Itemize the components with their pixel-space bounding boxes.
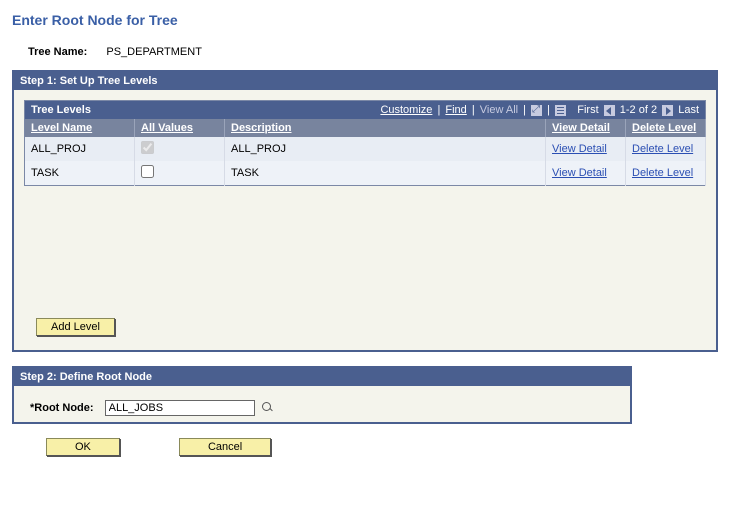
all-values-checkbox[interactable]	[141, 165, 154, 178]
table-row: TASK TASK View Detail Delete Level	[25, 161, 706, 186]
cancel-button[interactable]: Cancel	[179, 438, 271, 456]
all-values-checkbox	[141, 141, 154, 154]
cell-all-values	[135, 137, 225, 161]
ok-button[interactable]: OK	[46, 438, 120, 456]
col-level-name[interactable]: Level Name	[25, 119, 135, 137]
root-node-label: *Root Node:	[30, 402, 94, 414]
step1-section: Step 1: Set Up Tree Levels Tree Levels C…	[12, 70, 718, 352]
delete-level-link[interactable]: Delete Level	[632, 143, 693, 155]
view-detail-link[interactable]: View Detail	[552, 167, 607, 179]
cell-description: TASK	[225, 161, 546, 186]
next-page-icon[interactable]	[662, 105, 673, 116]
step2-header: Step 2: Define Root Node	[14, 368, 630, 386]
table-row: ALL_PROJ ALL_PROJ View Detail Delete Lev…	[25, 137, 706, 161]
prev-page-icon[interactable]	[604, 105, 615, 116]
col-view-detail[interactable]: View Detail	[546, 119, 626, 137]
root-node-input[interactable]	[105, 400, 255, 416]
view-detail-link[interactable]: View Detail	[552, 143, 607, 155]
download-icon[interactable]	[555, 105, 566, 116]
zoom-icon[interactable]	[531, 105, 542, 116]
table-toolbar: Customize | Find | View All | | First 1-…	[225, 101, 706, 120]
add-level-button[interactable]: Add Level	[36, 318, 115, 336]
cell-level-name: TASK	[25, 161, 135, 186]
step1-header: Step 1: Set Up Tree Levels	[14, 72, 716, 90]
last-label: Last	[678, 104, 699, 116]
cell-all-values	[135, 161, 225, 186]
tree-name-value: PS_DEPARTMENT	[106, 46, 202, 58]
table-caption: Tree Levels	[25, 101, 225, 120]
footer-buttons: OK Cancel	[46, 438, 718, 456]
view-all-link: View All	[480, 104, 518, 116]
col-all-values[interactable]: All Values	[135, 119, 225, 137]
customize-link[interactable]: Customize	[380, 104, 432, 116]
find-link[interactable]: Find	[445, 104, 466, 116]
delete-level-link[interactable]: Delete Level	[632, 167, 693, 179]
cell-description: ALL_PROJ	[225, 137, 546, 161]
col-delete-level[interactable]: Delete Level	[626, 119, 706, 137]
tree-name-label: Tree Name:	[28, 46, 87, 58]
cell-level-name: ALL_PROJ	[25, 137, 135, 161]
col-description[interactable]: Description	[225, 119, 546, 137]
lookup-icon[interactable]	[262, 402, 274, 414]
tree-name-row: Tree Name: PS_DEPARTMENT	[28, 46, 718, 58]
range-text: 1-2 of 2	[620, 104, 657, 116]
first-label: First	[577, 104, 598, 116]
step2-section: Step 2: Define Root Node *Root Node:	[12, 366, 632, 424]
page-title: Enter Root Node for Tree	[12, 12, 718, 28]
tree-levels-table: Tree Levels Customize | Find | View All …	[24, 100, 706, 186]
